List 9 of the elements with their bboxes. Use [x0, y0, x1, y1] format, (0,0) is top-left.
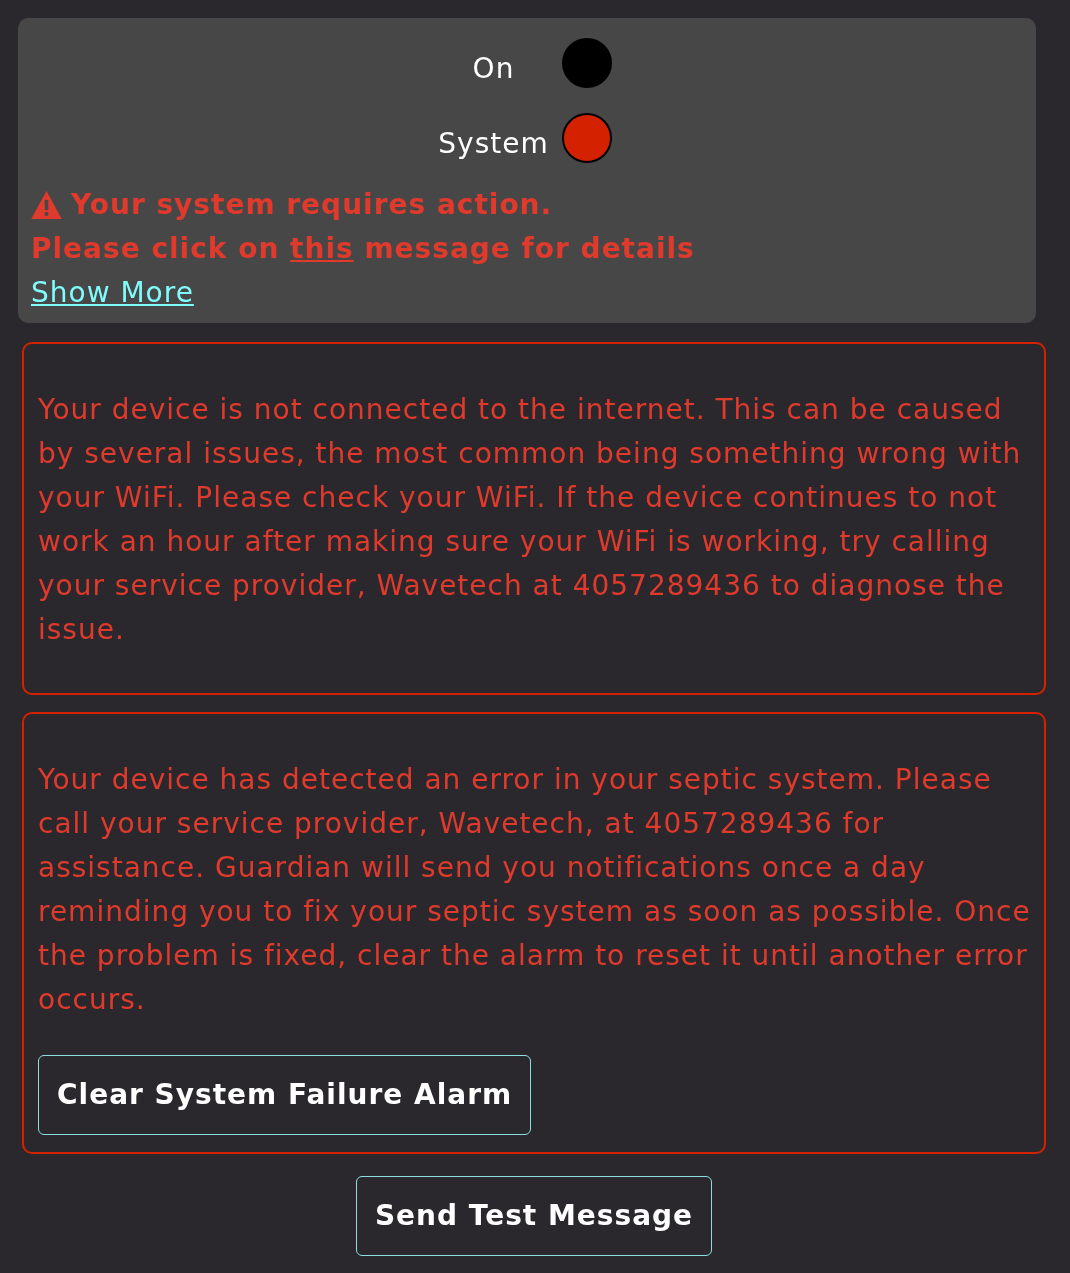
indicator-label: On — [471, 51, 516, 87]
alert-message: Your device has detected an error in your septic system. Please call your service provider, Wavetech, at 4057289436 for assistance. Guardian will send you notifications once a day reminding you to fix your septic system as soon as possible. Once the problem is fixed, clear the alarm to reset it until another error occurs. — [38, 762, 1032, 1018]
clear-alarm-button[interactable]: Clear System Failure Alarm — [38, 1055, 532, 1135]
warning-title: Your system requires action. — [71, 187, 553, 223]
alert-message: Your device is not connected to the internet. This can be caused by several issues, the most common being something wrong with your WiFi. Please check your WiFi. If the device continues to not work an hour after making sure your WiFi is working, try calling your service provider, Wavetech at 4057289436 to diagnose the issue. — [38, 392, 1023, 648]
indicator-label: System — [437, 126, 550, 162]
send-test-message-button[interactable]: Send Test Message — [355, 1176, 713, 1256]
warning-icon — [31, 191, 62, 219]
show-more-link[interactable]: Show More — [31, 271, 194, 315]
